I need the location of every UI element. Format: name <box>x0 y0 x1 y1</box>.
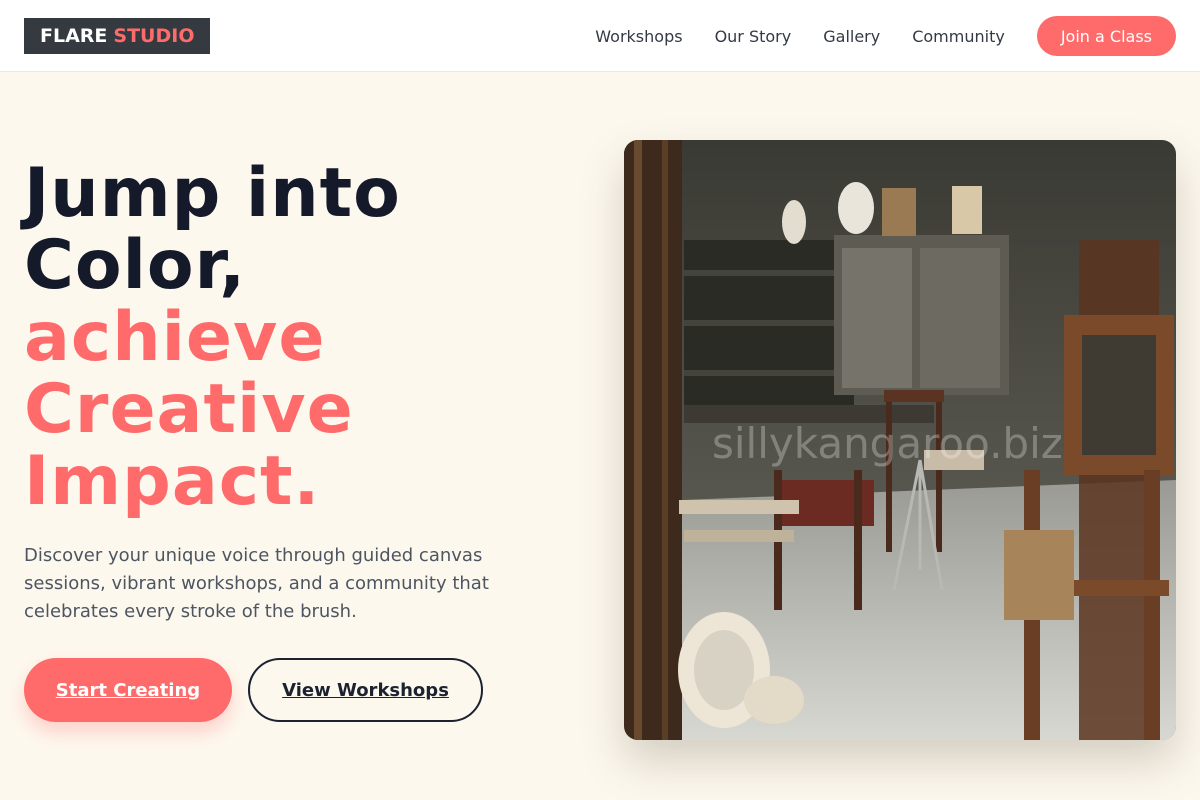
start-creating-button[interactable]: Start Creating <box>24 658 232 722</box>
headline-accent-line-3: Impact. <box>24 442 321 521</box>
brand-name-first: FLARE <box>40 25 108 47</box>
nav-link-gallery[interactable]: Gallery <box>823 27 880 46</box>
view-workshops-button[interactable]: View Workshops <box>248 658 483 722</box>
main-nav: Workshops Our Story Gallery Community Jo… <box>595 16 1176 56</box>
brand-logo[interactable]: FLARE STUDIO <box>24 18 211 54</box>
hero-headline: Jump into Color, achieve Creative Impact… <box>24 158 401 518</box>
brand-name-second: STUDIO <box>113 25 195 47</box>
nav-link-our-story[interactable]: Our Story <box>715 27 792 46</box>
photo-watermark: sillykangaroo.biz <box>712 419 1063 468</box>
headline-line-1: Jump into <box>24 154 401 233</box>
headline-accent-line-1: achieve <box>24 298 326 377</box>
nav-link-community[interactable]: Community <box>912 27 1005 46</box>
headline-accent-line-2: Creative <box>24 370 354 449</box>
top-navigation-bar: FLARE STUDIO Workshops Our Story Gallery… <box>0 0 1200 72</box>
studio-photo: sillykangaroo.biz <box>624 140 1176 740</box>
nav-link-workshops[interactable]: Workshops <box>595 27 682 46</box>
headline-line-2: Color, <box>24 226 247 305</box>
hero-description: Discover your unique voice through guide… <box>24 545 489 622</box>
join-class-button[interactable]: Join a Class <box>1036 16 1176 56</box>
